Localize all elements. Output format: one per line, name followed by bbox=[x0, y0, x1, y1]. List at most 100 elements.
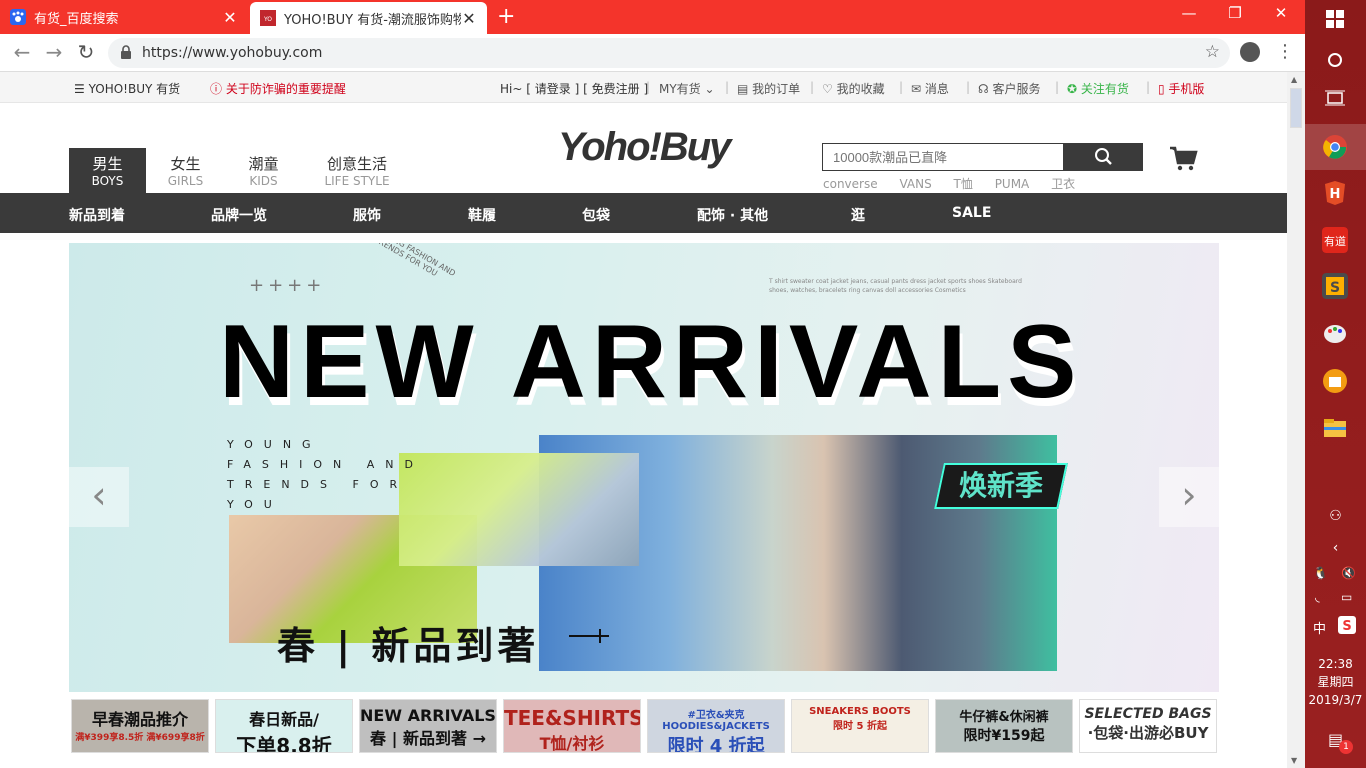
nav-browse[interactable]: 逛 bbox=[851, 205, 865, 225]
register-link[interactable]: 免费注册 bbox=[592, 82, 640, 96]
promo-title: 春日新品/ bbox=[249, 710, 319, 729]
greeting-mid: ] [ bbox=[574, 82, 588, 96]
my-yoho-label: MY有货 bbox=[659, 82, 701, 96]
nav-new-arrivals[interactable]: 新品到着 bbox=[69, 205, 125, 225]
favorites-link[interactable]: ♡ 我的收藏 bbox=[822, 80, 885, 97]
promo-thumb[interactable]: 早春潮品推介 满¥399享8.5折 满¥699享8折 bbox=[71, 699, 209, 753]
nav-brands[interactable]: 品牌一览 bbox=[211, 205, 267, 225]
promo-thumb[interactable]: SELECTED BAGS ·包袋·出游必BUY bbox=[1079, 699, 1217, 753]
yohobuy-logo[interactable]: Yoho!Buy bbox=[558, 125, 731, 170]
back-button[interactable]: ← bbox=[10, 40, 34, 64]
close-window-icon[interactable]: ✕ bbox=[1258, 4, 1304, 22]
follow-link[interactable]: ✪ 关注有货 bbox=[1067, 80, 1129, 97]
hot-words: converse VANS T恤 PUMA 卫衣 bbox=[823, 175, 1093, 192]
mobile-label: 手机版 bbox=[1168, 82, 1205, 96]
sogou-input-icon[interactable]: S bbox=[1338, 616, 1356, 634]
windows-start-icon[interactable] bbox=[1326, 10, 1344, 28]
paint-icon[interactable] bbox=[1322, 320, 1348, 346]
file-explorer-icon[interactable] bbox=[1322, 415, 1348, 441]
hero-banner[interactable]: ++++ YOUNG FASHION AND TRENDS FOR YOU T … bbox=[69, 243, 1219, 692]
my-yoho-dropdown[interactable]: MY有货 ⌄ bbox=[659, 80, 715, 97]
carousel-prev-button[interactable]: ‹ bbox=[69, 467, 129, 527]
gender-tab-lifestyle[interactable]: 创意生活 LIFE STYLE bbox=[316, 148, 398, 193]
hot-word[interactable]: 卫衣 bbox=[1051, 177, 1075, 191]
messages-label: 消息 bbox=[924, 82, 949, 96]
promo-thumb[interactable]: NEW ARRIVALS 春 | 新品到著 → bbox=[359, 699, 497, 753]
nav-sale[interactable]: SALE bbox=[952, 205, 991, 221]
gender-tab-en: GIRLS bbox=[167, 174, 204, 188]
battery-icon[interactable]: ▭ bbox=[1305, 590, 1366, 604]
gender-tab-girls[interactable]: 女生 GIRLS bbox=[147, 148, 224, 193]
hot-word[interactable]: VANS bbox=[899, 177, 931, 191]
hot-word[interactable]: PUMA bbox=[995, 177, 1030, 191]
close-tab-icon[interactable]: ✕ bbox=[461, 9, 477, 28]
tab-title: YOHO!BUY 有货-潮流服饰购物网 bbox=[284, 12, 461, 28]
nav-bags[interactable]: 包袋 bbox=[582, 205, 610, 225]
search-input[interactable] bbox=[822, 143, 1064, 171]
ime-indicator[interactable]: 中 bbox=[1305, 618, 1366, 637]
youdao-dict-icon[interactable]: 有道 bbox=[1322, 227, 1348, 253]
cortana-icon[interactable] bbox=[1327, 52, 1343, 68]
task-view-icon[interactable] bbox=[1325, 90, 1345, 106]
login-link[interactable]: 请登录 bbox=[535, 82, 571, 96]
new-tab-button[interactable]: + bbox=[497, 4, 515, 29]
nav-accessories[interactable]: 配饰 · 其他 bbox=[697, 205, 768, 225]
promo-subtitle: ·包袋·出游必BUY bbox=[1087, 724, 1209, 742]
arrow-line bbox=[569, 635, 609, 637]
restore-icon[interactable]: ❐ bbox=[1212, 4, 1258, 22]
scrollbar-thumb[interactable] bbox=[1290, 88, 1302, 128]
hbuilder-icon[interactable]: H bbox=[1322, 180, 1348, 206]
gender-tab-kids[interactable]: 潮童 KIDS bbox=[225, 148, 302, 193]
system-clock[interactable]: 22:38 星期四 2019/3/7 bbox=[1305, 655, 1366, 709]
site-menu[interactable]: ☰ YOHO!BUY 有货 bbox=[74, 80, 180, 97]
tab-baidu[interactable]: 有货_百度搜索 ✕ bbox=[0, 0, 248, 34]
promo-subtitle: 限时 5 折起 bbox=[833, 721, 887, 732]
reload-button[interactable]: ↻ bbox=[74, 40, 98, 64]
nav-shoes[interactable]: 鞋履 bbox=[468, 205, 496, 225]
promo-title: SNEAKERS BOOTS bbox=[809, 706, 911, 717]
promo-thumb[interactable]: SNEAKERS BOOTS 限时 5 折起 bbox=[791, 699, 929, 753]
orders-link[interactable]: ▤ 我的订单 bbox=[737, 80, 800, 97]
windows-taskbar: H 有道 S ⚇ ‹ 🐧 🔇 ◟ ▭ 中 S 22:38 星期四 2019/3/… bbox=[1305, 0, 1366, 768]
follow-label: 关注有货 bbox=[1080, 82, 1129, 96]
messages-link[interactable]: ✉ 消息 bbox=[911, 80, 949, 97]
chrome-icon[interactable] bbox=[1322, 134, 1348, 160]
shopping-cart-icon[interactable] bbox=[1168, 143, 1198, 173]
forward-button[interactable]: → bbox=[42, 40, 66, 64]
hot-word[interactable]: converse bbox=[823, 177, 878, 191]
banner-subline: 春 | 新品到著 bbox=[277, 624, 540, 668]
volume-muted-icon[interactable]: 🔇 bbox=[1305, 566, 1366, 580]
close-tab-icon[interactable]: ✕ bbox=[222, 8, 238, 27]
url-text: https://www.yohobuy.com bbox=[142, 45, 323, 61]
promo-thumb[interactable]: 春日新品/下单8.8折 bbox=[215, 699, 353, 753]
greeting: Hi~ [ 请登录 ] [ 免费注册 ] bbox=[500, 80, 648, 97]
carousel-next-button[interactable]: › bbox=[1159, 467, 1219, 527]
mobile-link[interactable]: ▯ 手机版 bbox=[1158, 80, 1204, 97]
browser-menu-icon[interactable]: ⋮ bbox=[1276, 41, 1294, 62]
plus-decoration: ++++ bbox=[249, 275, 326, 296]
omnibox[interactable]: https://www.yohobuy.com ☆ bbox=[108, 38, 1230, 68]
minimize-icon[interactable]: — bbox=[1166, 4, 1212, 22]
promo-thumb[interactable]: TEE&SHIRTS T恤/衬衫 bbox=[503, 699, 641, 753]
search-button[interactable] bbox=[1064, 143, 1143, 171]
promo-thumb[interactable]: 牛仔裤&休闲裤 限时¥159起 bbox=[935, 699, 1073, 753]
promo-thumb[interactable]: #卫衣&夹克 HOODIES&JACKETS 限时 4 折起 bbox=[647, 699, 785, 753]
action-center-icon[interactable]: ▤ bbox=[1305, 730, 1366, 749]
fraud-alert-link[interactable]: ⓘ 关于防诈骗的重要提醒 bbox=[210, 80, 346, 97]
gender-tab-en: BOYS bbox=[91, 174, 124, 188]
store-icon[interactable] bbox=[1322, 368, 1348, 394]
scroll-down-icon[interactable]: ▼ bbox=[1291, 756, 1297, 765]
bookmark-star-icon[interactable]: ☆ bbox=[1205, 42, 1220, 62]
hot-word[interactable]: T恤 bbox=[954, 177, 973, 191]
sublime-icon[interactable]: S bbox=[1322, 273, 1348, 299]
nav-apparel[interactable]: 服饰 bbox=[353, 205, 381, 225]
service-link[interactable]: ☊ 客户服务 bbox=[978, 80, 1041, 97]
gender-tab-boys[interactable]: 男生 BOYS bbox=[69, 148, 146, 193]
tray-expand-icon[interactable]: ‹ bbox=[1305, 540, 1366, 556]
account-icon[interactable] bbox=[1240, 42, 1260, 62]
page-scrollbar[interactable]: ▲ ▼ bbox=[1287, 72, 1305, 768]
people-icon[interactable]: ⚇ bbox=[1305, 508, 1366, 524]
scroll-up-icon[interactable]: ▲ bbox=[1291, 75, 1297, 84]
yoho-icon: YO bbox=[260, 10, 276, 26]
tab-yohobuy[interactable]: YO YOHO!BUY 有货-潮流服饰购物网 ✕ bbox=[250, 2, 487, 34]
